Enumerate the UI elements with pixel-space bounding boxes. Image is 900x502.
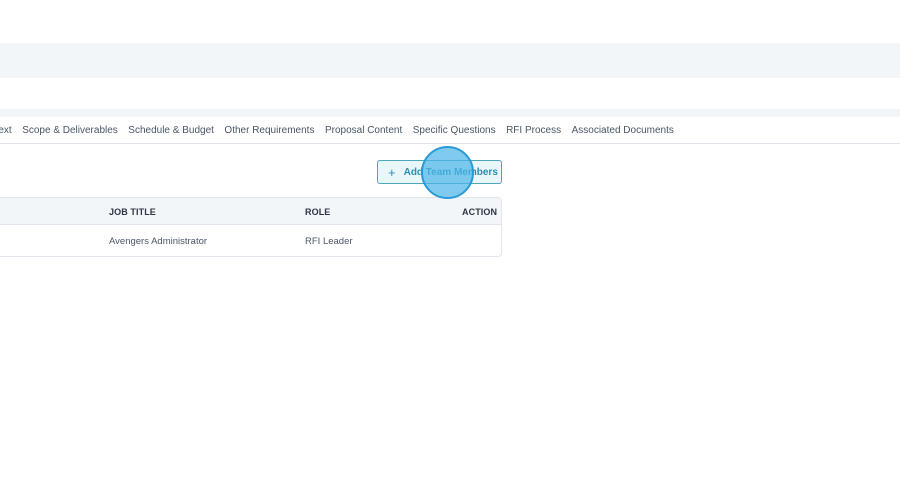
plus-icon: + xyxy=(388,164,396,180)
tab-rfi-process[interactable]: RFI Process xyxy=(506,125,561,136)
add-team-members-button[interactable]: + Add Team Members xyxy=(377,160,502,184)
column-header-job-title: JOB TITLE xyxy=(109,207,156,217)
add-team-members-label: Add Team Members xyxy=(403,166,498,178)
column-header-role: ROLE xyxy=(305,207,331,217)
cell-role: RFI Leader xyxy=(305,236,353,247)
tab-other-requirements[interactable]: Other Requirements xyxy=(224,125,314,136)
tab-associated-documents[interactable]: Associated Documents xyxy=(572,125,674,136)
column-header-action: ACTION xyxy=(462,207,498,217)
header-divider-band xyxy=(0,109,900,117)
tab-scope-deliverables[interactable]: Scope & Deliverables xyxy=(22,125,118,136)
table-header: JOB TITLE ROLE ACTION xyxy=(0,198,501,225)
tab-schedule-budget[interactable]: Schedule & Budget xyxy=(128,125,214,136)
team-members-table: JOB TITLE ROLE ACTION Avengers Administr… xyxy=(0,197,502,257)
cell-job-title: Avengers Administrator xyxy=(109,236,208,247)
tab-proposal-content[interactable]: Proposal Content xyxy=(325,125,402,136)
header-band xyxy=(0,43,900,78)
table-row: Avengers Administrator RFI Leader xyxy=(0,225,501,256)
tab-specific-questions[interactable]: Specific Questions xyxy=(413,125,496,136)
section-tabs: ntext Scope & Deliverables Schedule & Bu… xyxy=(0,117,900,144)
tab-context[interactable]: ntext xyxy=(0,125,12,136)
